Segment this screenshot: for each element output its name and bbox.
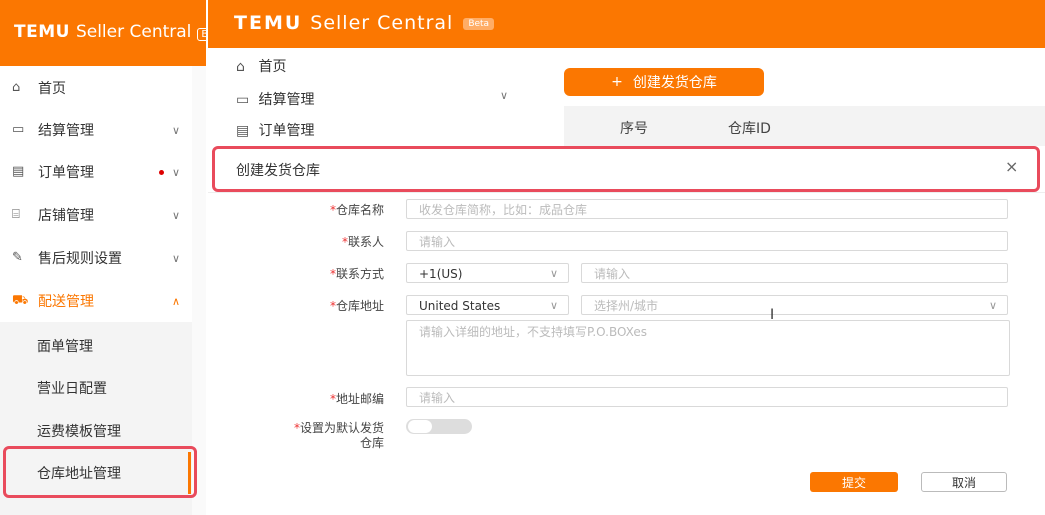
left-logo[interactable]: TEMUSeller CentralBeta	[14, 22, 229, 42]
default-warehouse-toggle[interactable]	[406, 419, 472, 434]
nav-orders[interactable]: ▤ 订单管理 ∨	[0, 152, 192, 192]
warehouse-table-header: 序号 仓库ID	[564, 106, 1045, 146]
zip-label: *地址邮编	[329, 392, 384, 406]
order-icon: ▤	[236, 123, 250, 138]
modal-title: 创建发货仓库	[236, 163, 320, 179]
highlight-box-modal-title	[212, 146, 1040, 192]
submenu-business-days[interactable]: 营业日配置	[37, 378, 107, 398]
phone-input[interactable]: 请输入	[581, 263, 1008, 283]
order-icon: ▤	[12, 164, 25, 179]
warehouse-name-label: *仓库名称	[329, 203, 384, 217]
right-logo[interactable]: TEMU Seller Central Beta	[234, 12, 495, 34]
country-select[interactable]: United States ∨	[406, 295, 569, 315]
right-nav-settlement[interactable]: ▭ 结算管理 ∨	[236, 89, 508, 109]
col-warehouse-id: 仓库ID	[728, 121, 771, 137]
address-label: *仓库地址	[329, 299, 384, 313]
submit-button[interactable]: 提交	[810, 472, 898, 492]
nav-settlement[interactable]: ▭ 结算管理 ∨	[0, 110, 192, 150]
right-nav-home[interactable]: ⌂ 首页	[236, 56, 286, 76]
rules-icon: ✎	[12, 250, 23, 265]
chevron-down-icon: ∨	[988, 299, 997, 312]
toggle-knob	[408, 420, 432, 433]
cancel-button[interactable]: 取消	[921, 472, 1007, 492]
submenu-waybill[interactable]: 面单管理	[37, 336, 93, 356]
wallet-icon: ▭	[236, 92, 250, 108]
chevron-down-icon: ∨	[171, 165, 180, 179]
chevron-down-icon: ∨	[171, 123, 180, 137]
contact-input[interactable]: 请输入	[406, 231, 1008, 251]
state-city-select[interactable]: 选择州/城市 ∨	[581, 295, 1008, 315]
chevron-down-icon: ∨	[171, 251, 180, 265]
text-cursor-icon: I	[770, 307, 775, 323]
chevron-down-icon: ∨	[549, 299, 558, 312]
zip-input[interactable]: 请输入	[406, 387, 1008, 407]
wallet-icon: ▭	[12, 122, 25, 137]
home-icon: ⌂	[236, 59, 245, 75]
warehouse-name-input[interactable]: 收发仓库简称，比如：成品仓库	[406, 199, 1008, 219]
country-code-select[interactable]: +1(US) ∨	[406, 263, 569, 283]
notification-dot	[159, 169, 164, 175]
home-icon: ⌂	[12, 80, 21, 95]
chevron-down-icon: ∨	[549, 267, 558, 280]
plus-icon: +	[611, 74, 623, 90]
nav-aftersales[interactable]: ✎ 售后规则设置 ∨	[0, 238, 192, 278]
chevron-up-icon: ∧	[171, 294, 180, 308]
store-icon: ⌸	[12, 207, 20, 222]
highlight-box-warehouse-address	[3, 446, 197, 498]
address-detail-textarea[interactable]: 请输入详细的地址，不支持填写P.O.BOXes	[406, 320, 1010, 376]
chevron-down-icon: ∨	[499, 89, 508, 102]
submenu-shipping-template[interactable]: 运费模板管理	[37, 421, 121, 441]
modal-divider	[208, 192, 1045, 193]
col-index: 序号	[620, 121, 648, 137]
nav-store[interactable]: ⌸ 店铺管理 ∨	[0, 195, 192, 235]
chevron-down-icon: ∨	[171, 208, 180, 222]
create-warehouse-button[interactable]: + 创建发货仓库	[564, 68, 764, 96]
default-warehouse-label: *设置为默认发货 仓库	[293, 421, 384, 450]
nav-delivery[interactable]: ⛟ 配送管理 ∧	[0, 281, 192, 321]
nav-home[interactable]: ⌂ 首页	[0, 68, 192, 108]
contact-label: *联系人	[341, 235, 384, 249]
delivery-icon: ⛟	[12, 293, 29, 308]
close-icon[interactable]: ×	[1005, 157, 1018, 176]
right-nav-orders[interactable]: ▤ 订单管理	[236, 120, 508, 138]
phone-label: *联系方式	[329, 267, 384, 281]
beta-badge: Beta	[463, 17, 495, 30]
